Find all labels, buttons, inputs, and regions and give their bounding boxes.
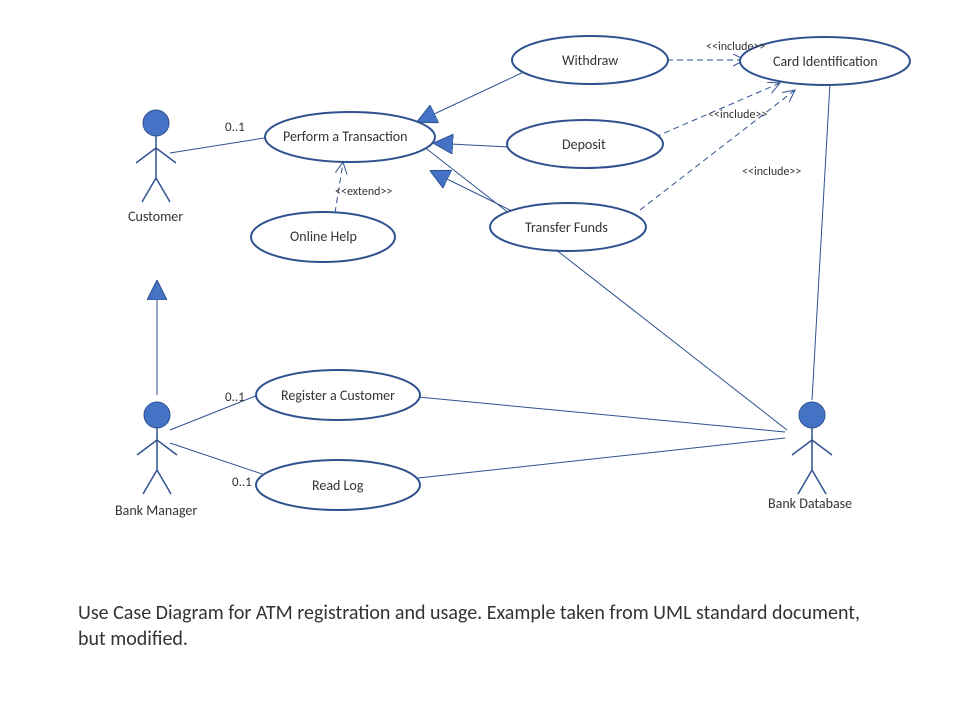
stereo-include-deposit: <<include>> (708, 108, 767, 122)
stereo-include-transfer: <<include>> (742, 165, 801, 179)
diagram-caption: Use Case Diagram for ATM registration an… (78, 600, 878, 652)
stereo-include-withdraw: <<include>> (706, 40, 765, 54)
actor-bank-database (792, 402, 832, 494)
actor-bank-manager (137, 402, 177, 494)
assoc-card-db (812, 83, 830, 400)
label-bank-manager: Bank Manager (115, 502, 197, 519)
stereo-extend: <<extend>> (335, 185, 392, 199)
label-register-customer: Register a Customer (281, 387, 395, 404)
label-transfer-funds: Transfer Funds (525, 219, 608, 236)
label-perform-transaction: Perform a Transaction (283, 128, 408, 145)
assoc-readlog-db (400, 438, 785, 480)
label-bank-database: Bank Database (768, 495, 852, 512)
actor-customer (136, 110, 176, 202)
assoc-mgr-register (170, 395, 258, 430)
assoc-register-db (418, 397, 785, 432)
label-read-log: Read Log (312, 477, 363, 494)
mult-mgr-readlog: 0..1 (232, 475, 252, 490)
assoc-perform-db (423, 146, 787, 430)
mult-customer-perform: 0..1 (225, 120, 245, 135)
label-customer: Customer (128, 208, 183, 225)
mult-mgr-register: 0..1 (225, 390, 245, 405)
label-withdraw: Withdraw (562, 52, 618, 69)
label-online-help: Online Help (290, 228, 357, 245)
label-deposit: Deposit (562, 136, 606, 153)
gen-deposit-perform (450, 144, 510, 147)
assoc-customer-perform (170, 136, 277, 153)
gen-withdraw-perform (432, 70, 528, 115)
label-card-identification: Card Identification (773, 53, 878, 70)
gen-transfer-perform (445, 178, 520, 215)
